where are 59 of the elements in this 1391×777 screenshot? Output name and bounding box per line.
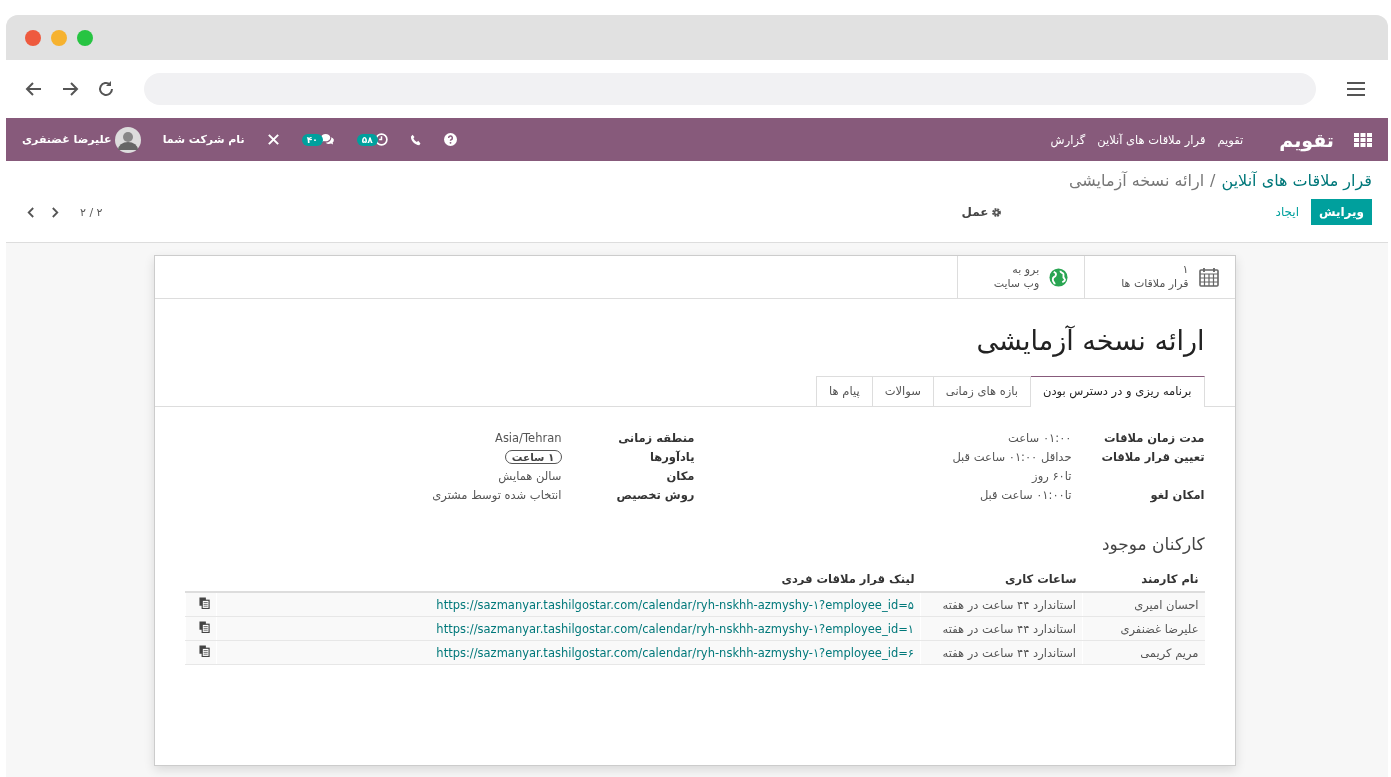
app-brand[interactable]: تقویم (1279, 128, 1334, 151)
next-icon[interactable] (51, 206, 60, 218)
field-value: تا۶۰ روز (1032, 469, 1072, 483)
record-title: ارائه نسخه آزمایشی (975, 325, 1205, 356)
message-count-badge: ۴۰ (301, 133, 323, 146)
table-cell: استاندارد ۴۴ ساعت در هفته (920, 592, 1083, 617)
field-label: مدت زمان ملاقات (1103, 431, 1205, 445)
field-label: امکان لغو (1149, 488, 1205, 502)
field-label: مکان (665, 469, 695, 483)
field-label: یادآورها (648, 450, 695, 464)
previous-icon[interactable] (26, 206, 35, 218)
action-button[interactable]: عمل (955, 204, 1003, 220)
activity-count-badge: ۵۸ (356, 133, 378, 146)
table-cell: احسان امیری (1082, 592, 1205, 617)
help-icon[interactable] (443, 133, 457, 146)
field-value: حداقل ۰۱:۰۰ ساعت قبل (952, 450, 1072, 464)
breadcrumb-link[interactable]: قرار ملاقات های آنلاین (1221, 171, 1372, 190)
field-value: Asia/Tehran (495, 431, 562, 445)
phone-icon[interactable] (409, 133, 422, 146)
menu-icon[interactable] (1346, 79, 1366, 99)
copy-icon[interactable] (198, 621, 210, 633)
menu-item[interactable]: گزارش (1050, 132, 1086, 147)
apps-grid-icon[interactable] (1354, 132, 1372, 147)
menu-item[interactable]: قرار ملاقات های آنلاین (1097, 132, 1206, 147)
table-cell: علیرضا غضنفری (1082, 616, 1205, 641)
table-cell: استاندارد ۴۴ ساعت در هفته (920, 616, 1083, 641)
field-label: منطقه زمانی (617, 431, 695, 445)
smart-button[interactable]: برو به وب سایت (956, 256, 1085, 298)
calendar-icon (1198, 267, 1219, 287)
tools-icon[interactable] (266, 133, 280, 146)
reload-icon[interactable] (96, 79, 116, 99)
field-value: ۰۱:۰۰ ساعت (1007, 431, 1072, 445)
tab[interactable]: پیام ها (816, 376, 873, 406)
chat-icon[interactable] (319, 133, 335, 146)
field-value: انتخاب شده توسط مشتری (432, 488, 562, 502)
pager-counter: ۲ / ۲ (80, 205, 103, 219)
company-switcher[interactable]: نام شرکت شما (162, 133, 245, 146)
field-value: تا۰۱:۰۰ ساعت قبل (979, 488, 1072, 502)
globe-icon (1049, 267, 1069, 287)
create-button[interactable]: ایجاد (1269, 199, 1305, 225)
breadcrumb-separator: / (1210, 171, 1216, 190)
section-title: کارکنان موجود (1100, 534, 1205, 554)
close-window-icon[interactable] (25, 29, 41, 46)
user-name[interactable]: علیرضا غضنفری (22, 133, 112, 146)
gear-icon (991, 206, 1003, 218)
breadcrumb-current: ارائه نسخه آزمایشی (1068, 171, 1205, 190)
table-cell: استاندارد ۴۴ ساعت در هفته (920, 640, 1083, 665)
menu-item[interactable]: تقویم (1217, 132, 1244, 147)
field-label: تعیین قرار ملاقات (1100, 450, 1205, 466)
user-avatar[interactable] (114, 126, 141, 153)
edit-button[interactable]: ویرایش (1311, 199, 1372, 225)
clock-icon[interactable] (374, 133, 388, 146)
table-cell: مریم کریمی (1082, 640, 1205, 665)
field-value: سالن همایش (498, 469, 562, 483)
smart-button[interactable]: ۱ قرار ملاقات ها (1084, 256, 1235, 298)
copy-icon[interactable] (198, 645, 210, 657)
field-label: روش تخصیص (615, 488, 695, 502)
tab[interactable]: برنامه ریزی و در دسترس بودن (1030, 376, 1205, 407)
copy-icon[interactable] (198, 597, 210, 609)
